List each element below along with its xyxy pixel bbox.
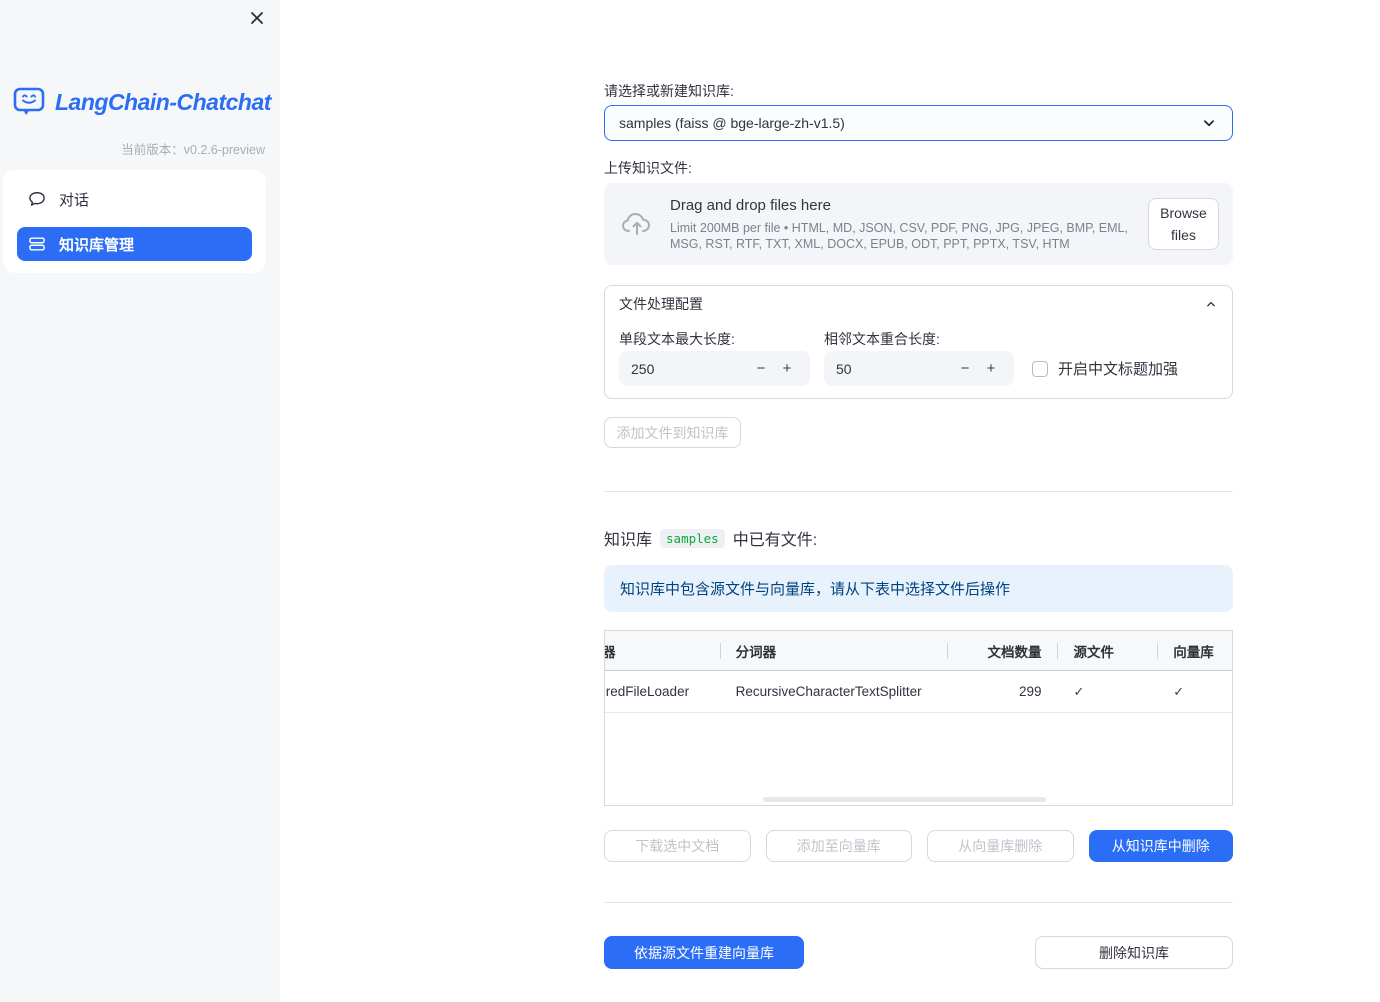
kb-select-value: samples (faiss @ bge-large-zh-v1.5) [619, 115, 845, 131]
kb-select-dropdown[interactable]: samples (faiss @ bge-large-zh-v1.5) [604, 105, 1233, 141]
table-row[interactable]: UnstructuredFileLoader RecursiveCharacte… [605, 671, 1232, 713]
cell-docs-count: 299 [1018, 684, 1042, 699]
file-config-title: 文件处理配置 [619, 296, 703, 312]
sidebar-menu: 对话 知识库管理 [3, 170, 266, 273]
decrement-button[interactable]: − [748, 360, 774, 377]
kb-files-heading: 知识库 samples 中已有文件: [604, 526, 1233, 550]
app-title: LangChain-Chatchat [55, 88, 271, 115]
col-doc-loader[interactable]: 文档加载器 [605, 631, 720, 670]
sidebar: LangChain-Chatchat 当前版本：v0.2.6-preview 对… [0, 0, 280, 1002]
kb-files-prefix: 知识库 [604, 532, 653, 549]
file-actions: 下载选中文档 添加至向量库 从向量库删除 从知识库中删除 [604, 830, 1233, 862]
kb-files-suffix: 中已有文件: [732, 532, 818, 549]
increment-button[interactable]: + [978, 360, 1004, 377]
kb-select-label: 请选择或新建知识库: [604, 83, 734, 99]
divider [604, 902, 1233, 903]
checkbox-label: 开启中文标题加强 [1058, 361, 1179, 378]
zh-title-enhance-checkbox[interactable]: 开启中文标题加强 [1032, 358, 1178, 379]
chevron-down-icon [1200, 114, 1218, 132]
file-dropzone[interactable]: Drag and drop files here Limit 200MB per… [604, 183, 1233, 265]
delete-from-kb-button[interactable]: 从知识库中删除 [1088, 830, 1233, 862]
download-selected-button[interactable]: 下载选中文档 [604, 830, 751, 862]
sidebar-item-dialogue[interactable]: 对话 [17, 182, 252, 216]
col-vector-store[interactable]: 向量库 [1157, 631, 1232, 670]
chunk-size-value: 250 [631, 360, 655, 377]
horizontal-scrollbar[interactable] [763, 797, 1046, 802]
chunk-overlap-input[interactable]: 50 − + [824, 351, 1014, 386]
cloud-upload-icon [620, 210, 654, 238]
chunk-size-input[interactable]: 250 − + [619, 351, 810, 386]
file-config-expander: 文件处理配置 单段文本最大长度: 相邻文本重合长度: 250 − + 50 − … [604, 285, 1233, 399]
collection-icon [27, 234, 47, 254]
info-alert-text: 知识库中包含源文件与向量库，请从下表中选择文件后操作 [620, 581, 1011, 598]
sidebar-item-label: 知识库管理 [59, 236, 135, 254]
file-config-expander-header[interactable]: 文件处理配置 [605, 286, 1232, 322]
browse-files-button[interactable]: Browse files [1148, 198, 1219, 250]
chevron-up-icon [1204, 297, 1218, 311]
cell-text-splitter: RecursiveCharacterTextSplitter [735, 684, 922, 699]
chat-bubble-icon [27, 189, 47, 209]
sidebar-item-label: 对话 [59, 191, 90, 209]
app-logo: LangChain-Chatchat [12, 86, 271, 118]
chunk-size-label: 单段文本最大长度: [619, 331, 735, 347]
divider [604, 491, 1233, 492]
kb-name-code: samples [660, 528, 725, 548]
info-alert: 知识库中包含源文件与向量库，请从下表中选择文件后操作 [604, 565, 1233, 612]
sidebar-item-kb-management[interactable]: 知识库管理 [17, 227, 252, 261]
add-to-vector-store-button[interactable]: 添加至向量库 [765, 830, 912, 862]
checkbox-icon[interactable] [1032, 360, 1048, 377]
chat-smiley-logo-icon [12, 86, 48, 118]
main-content: 请选择或新建知识库: samples (faiss @ bge-large-zh… [604, 0, 1233, 969]
upload-label: 上传知识文件: [604, 160, 692, 176]
table-header: 文档加载器 分词器 文档数量 源文件 向量库 [605, 631, 1232, 671]
version-text: 当前版本：v0.2.6-preview [121, 143, 265, 157]
chunk-overlap-label: 相邻文本重合长度: [824, 331, 940, 347]
add-files-to-kb-button[interactable]: 添加文件到知识库 [604, 417, 741, 448]
decrement-button[interactable]: − [952, 360, 978, 377]
kb-footer-actions: 依据源文件重建向量库 删除知识库 [604, 936, 1233, 969]
increment-button[interactable]: + [774, 360, 800, 377]
col-docs-count[interactable]: 文档数量 [946, 631, 1057, 670]
dropzone-title: Drag and drop files here [670, 196, 831, 214]
cell-source-file-check: ✓ [1073, 683, 1085, 699]
cell-vector-store-check: ✓ [1173, 683, 1185, 699]
chunk-overlap-value: 50 [836, 360, 852, 377]
kb-files-table[interactable]: 文档加载器 分词器 文档数量 源文件 向量库 UnstructuredFileL… [604, 630, 1233, 806]
delete-from-vector-store-button[interactable]: 从向量库删除 [927, 830, 1074, 862]
dropzone-limit-text: Limit 200MB per file • HTML, MD, JSON, C… [670, 220, 1128, 251]
dropzone-instructions: Drag and drop files here Limit 200MB per… [670, 197, 1144, 252]
close-sidebar-icon[interactable] [247, 8, 267, 28]
delete-kb-base-button[interactable]: 删除知识库 [1035, 936, 1233, 969]
cell-doc-loader: UnstructuredFileLoader [605, 684, 690, 699]
rebuild-vector-store-button[interactable]: 依据源文件重建向量库 [604, 936, 804, 969]
col-source-file[interactable]: 源文件 [1056, 631, 1158, 670]
col-text-splitter[interactable]: 分词器 [719, 631, 947, 670]
